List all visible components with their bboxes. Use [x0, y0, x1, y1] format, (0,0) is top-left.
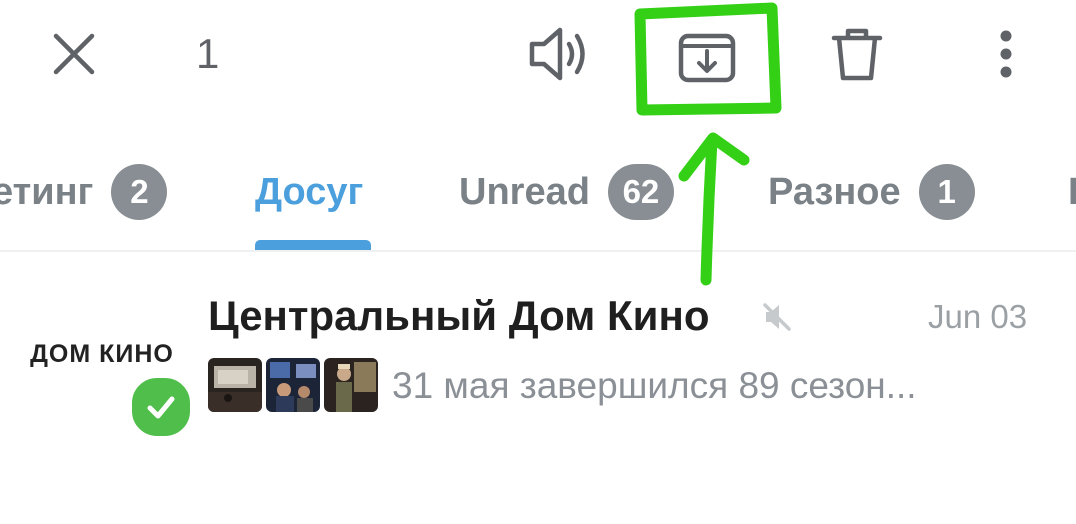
selected-check-icon: [128, 374, 194, 440]
archive-icon: [678, 33, 736, 83]
unmute-button[interactable]: [524, 22, 598, 86]
tab-label: Unread: [459, 170, 590, 213]
chat-title: Центральный Дом Кино: [208, 292, 710, 339]
active-tab-indicator: [255, 240, 371, 250]
tab-marketing[interactable]: етинг 2: [0, 160, 168, 224]
tab-misc[interactable]: Разное 1: [768, 160, 975, 224]
media-thumbnail: [266, 358, 320, 412]
tab-next[interactable]: I: [1068, 160, 1076, 224]
close-icon: [53, 33, 95, 75]
media-thumbnail: [324, 358, 378, 412]
close-button[interactable]: [48, 28, 100, 80]
media-thumbnail: [208, 358, 262, 412]
tab-leisure[interactable]: Досуг: [255, 160, 363, 224]
more-options-button[interactable]: [986, 26, 1026, 86]
unread-badge: 2: [111, 164, 168, 220]
tab-label: Разное: [768, 170, 901, 213]
unread-badge: 1: [918, 164, 975, 220]
archive-button[interactable]: [674, 26, 740, 86]
chat-date: Jun 03: [928, 298, 1028, 335]
delete-button[interactable]: [826, 22, 888, 86]
more-vertical-icon: [1000, 30, 1012, 78]
tab-unread[interactable]: Unread 62: [459, 160, 674, 224]
tab-label: Досуг: [255, 170, 364, 213]
unread-badge: 62: [607, 164, 674, 220]
avatar-logo-text: ДОМ КИНО: [30, 339, 174, 368]
trash-icon: [831, 28, 883, 81]
message-preview: 31 мая завершился 89 сезон...: [392, 365, 917, 406]
tab-label: I: [1068, 170, 1076, 213]
muted-icon: [760, 300, 794, 334]
selected-count: 1: [196, 30, 220, 77]
unmute-speaker-icon: [529, 27, 585, 81]
tab-label: етинг: [0, 170, 94, 213]
